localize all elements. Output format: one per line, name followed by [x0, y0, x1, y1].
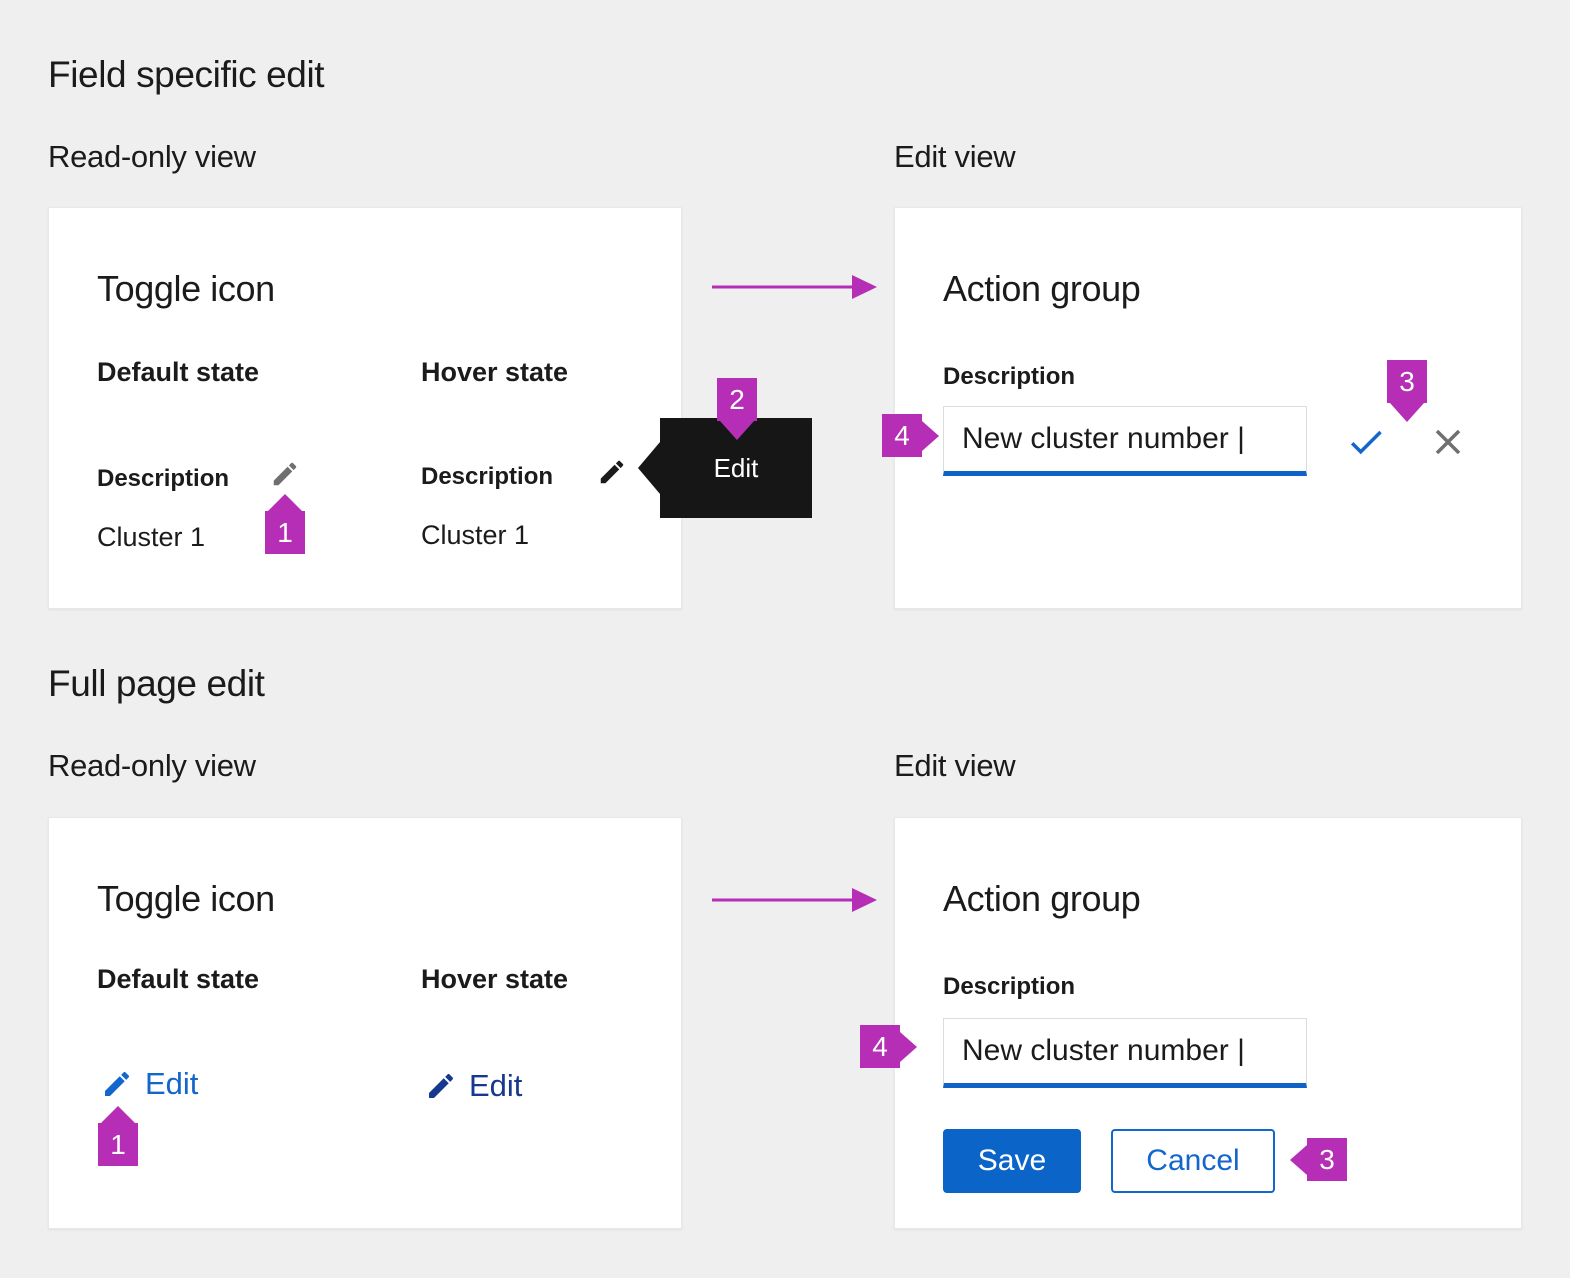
callout-badge-3-bottom: 3 [1307, 1138, 1347, 1181]
callout-badge-number: 2 [729, 384, 745, 416]
label-readonly-view-top: Read-only view [48, 139, 256, 175]
card-title-action-group-top: Action group [943, 268, 1140, 310]
pencil-icon-edit-link-default [101, 1068, 133, 1100]
callout-badge-number: 4 [872, 1031, 888, 1063]
field-value-cluster-default: Cluster 1 [97, 522, 205, 553]
label-edit-view-bottom: Edit view [894, 748, 1015, 784]
field-label-description-default: Description [97, 465, 229, 493]
flow-arrow-bottom [712, 885, 877, 915]
callout-badge-4-bottom: 4 [860, 1025, 900, 1068]
field-label-description-edit-bottom: Description [943, 973, 1075, 1001]
label-default-state-bottom: Default state [97, 964, 259, 995]
pencil-icon-hover-state[interactable] [597, 457, 627, 487]
card-title-toggle-icon-bottom: Toggle icon [97, 878, 275, 920]
card-readonly-full-page: Toggle icon Default state Hover state Ed… [48, 817, 682, 1229]
label-readonly-view-bottom: Read-only view [48, 748, 256, 784]
callout-badge-number: 4 [894, 420, 910, 452]
callout-badge-1-bottom: 1 [98, 1123, 138, 1166]
card-title-toggle-icon-top: Toggle icon [97, 268, 275, 310]
pencil-icon-edit-link-hover [425, 1070, 457, 1102]
edit-link-hover-state[interactable]: Edit [425, 1068, 522, 1104]
tooltip-label: Edit [714, 453, 759, 484]
page-title-field-specific-edit: Field specific edit [48, 54, 324, 96]
label-hover-state-bottom: Hover state [421, 964, 568, 995]
card-readonly-field-specific: Toggle icon Default state Description Cl… [48, 207, 682, 609]
label-edit-view-top: Edit view [894, 139, 1015, 175]
callout-badge-number: 3 [1319, 1144, 1335, 1176]
callout-badge-4-top: 4 [882, 414, 922, 457]
callout-badge-3-top: 3 [1387, 360, 1427, 403]
flow-arrow-top [712, 272, 877, 302]
card-edit-full-page: Action group Description New cluster num… [894, 817, 1522, 1229]
callout-badge-number: 1 [277, 517, 293, 549]
description-input-top[interactable]: New cluster number | [943, 406, 1307, 476]
save-button[interactable]: Save [943, 1129, 1081, 1193]
cancel-button[interactable]: Cancel [1111, 1129, 1275, 1193]
callout-badge-number: 1 [110, 1129, 126, 1161]
description-input-bottom[interactable]: New cluster number | [943, 1018, 1307, 1088]
callout-badge-2-top: 2 [717, 378, 757, 421]
edit-link-default-state[interactable]: Edit [101, 1066, 198, 1102]
label-hover-state-top: Hover state [421, 357, 568, 388]
callout-badge-1-top: 1 [265, 511, 305, 554]
check-icon-confirm[interactable] [1345, 421, 1387, 463]
close-icon-cancel[interactable] [1427, 421, 1469, 463]
card-title-action-group-bottom: Action group [943, 878, 1140, 920]
field-value-cluster-hover: Cluster 1 [421, 520, 529, 551]
callout-badge-number: 3 [1399, 366, 1415, 398]
pencil-icon-default-state[interactable] [270, 459, 300, 489]
label-default-state-top: Default state [97, 357, 259, 388]
edit-link-label-hover: Edit [469, 1068, 522, 1104]
card-edit-field-specific: Action group Description New cluster num… [894, 207, 1522, 609]
page-title-full-page-edit: Full page edit [48, 663, 265, 705]
field-label-description-edit-top: Description [943, 363, 1075, 391]
field-label-description-hover: Description [421, 463, 553, 491]
edit-link-label-default: Edit [145, 1066, 198, 1102]
